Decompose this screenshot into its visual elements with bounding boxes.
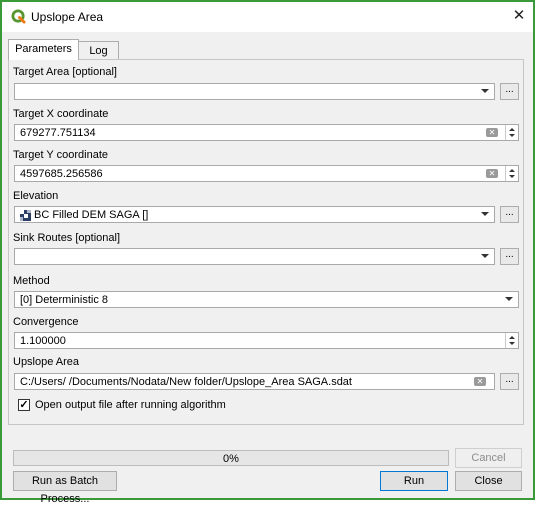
target-x-label: Target X coordinate [13,108,109,120]
sink-routes-dropdown[interactable] [14,248,495,265]
upslope-area-output-field[interactable]: C:/Users/ /Documents/Nodata/New folder/U… [14,373,495,390]
spin-up-icon[interactable] [509,128,515,131]
clear-icon[interactable]: ✕ [474,377,486,386]
progress-text: 0% [223,453,239,465]
sink-routes-browse-button[interactable]: ... [500,248,519,265]
target-x-value: 679277.751134 [20,127,96,139]
target-area-dropdown[interactable] [14,83,495,100]
close-icon[interactable]: ✕ [510,6,528,26]
upslope-area-label: Upslope Area [13,356,80,368]
convergence-value: 1.100000 [20,335,66,347]
tab-log[interactable]: Log [78,41,119,60]
cancel-button[interactable]: Cancel [455,448,522,468]
method-label: Method [13,275,50,287]
spin-up-icon[interactable] [509,169,515,172]
convergence-label: Convergence [13,316,79,328]
run-button[interactable]: Run [380,471,448,491]
convergence-spinner[interactable] [505,333,518,348]
spin-up-icon[interactable] [509,336,515,339]
target-y-input[interactable]: 4597685.256586 ✕ [14,165,519,182]
window-title: Upslope Area [31,10,104,24]
clear-icon[interactable]: ✕ [486,128,498,137]
close-button[interactable]: Close [455,471,522,491]
target-y-spinner[interactable] [505,166,518,181]
title-bar: Upslope Area ✕ [2,2,533,32]
upslope-area-browse-button[interactable]: ... [500,373,519,390]
open-output-label: Open output file after running algorithm [35,399,226,411]
target-y-value: 4597685.256586 [20,168,103,180]
target-area-browse-button[interactable]: ... [500,83,519,100]
run-as-batch-button[interactable]: Run as Batch Process... [13,471,117,505]
elevation-browse-button[interactable]: ... [500,206,519,223]
open-output-checkbox[interactable]: ✓ [18,399,30,411]
progress-bar: 0% [13,450,449,466]
elevation-dropdown[interactable]: BC Filled DEM SAGA [] [14,206,495,223]
chevron-down-icon [505,297,513,301]
raster-layer-icon [20,210,31,221]
chevron-down-icon [481,212,489,216]
spin-down-icon[interactable] [509,134,515,137]
sink-routes-label: Sink Routes [optional] [13,232,121,244]
method-dropdown[interactable]: [0] Deterministic 8 [14,291,519,308]
convergence-input[interactable]: 1.100000 [14,332,519,349]
upslope-area-path: C:/Users/ /Documents/Nodata/New folder/U… [20,376,352,388]
target-x-spinner[interactable] [505,125,518,140]
target-area-label: Target Area [optional] [13,66,117,78]
dialog-window: Upslope Area ✕ Parameters Log Target Are… [0,0,535,505]
target-y-label: Target Y coordinate [13,149,108,161]
elevation-label: Elevation [13,190,59,202]
spin-down-icon[interactable] [509,342,515,345]
qgis-logo-icon [11,9,26,24]
chevron-down-icon [481,89,489,93]
target-x-input[interactable]: 679277.751134 ✕ [14,124,519,141]
elevation-value: BC Filled DEM SAGA [] [34,209,149,221]
clear-icon[interactable]: ✕ [486,169,498,178]
chevron-down-icon [481,254,489,258]
spin-down-icon[interactable] [509,175,515,178]
method-value: [0] Deterministic 8 [20,294,109,306]
tab-parameters[interactable]: Parameters [8,39,79,60]
